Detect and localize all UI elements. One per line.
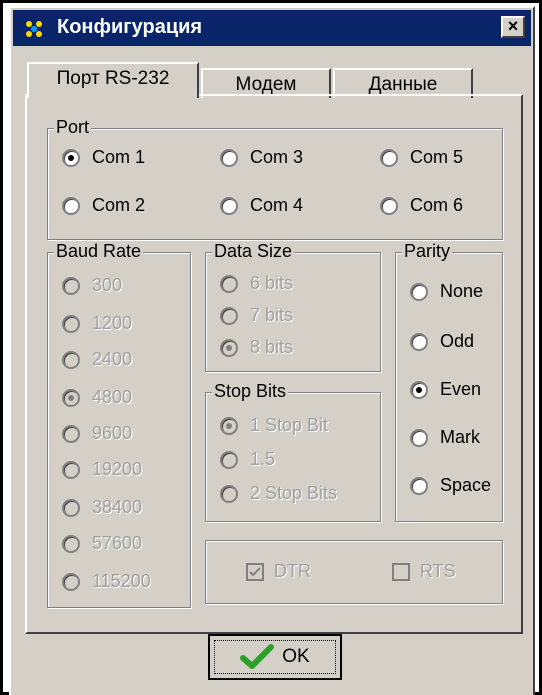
radio-label: Com 1 xyxy=(92,147,146,167)
flow-control-group: DTR RTS xyxy=(205,540,503,604)
radio-com1[interactable]: Com 1 xyxy=(62,147,145,168)
check-icon xyxy=(240,644,275,669)
close-button[interactable]: × xyxy=(501,16,525,38)
radio-circle xyxy=(220,196,238,215)
radio-com5[interactable]: Com 5 xyxy=(380,147,463,168)
radio-label: 1.5 xyxy=(250,449,276,469)
radio-baud-4800[interactable]: 4800 xyxy=(62,387,132,408)
radio-baud-57600[interactable]: 57600 xyxy=(62,533,142,554)
radio-label: Mark xyxy=(440,427,480,447)
radio-circle xyxy=(380,148,398,167)
radio-baud-2400[interactable]: 2400 xyxy=(62,349,132,370)
app-icon xyxy=(23,18,45,40)
radio-label: 2400 xyxy=(92,349,133,369)
ok-label: OK xyxy=(282,646,310,667)
radio-baud-38400[interactable]: 38400 xyxy=(62,497,142,518)
stop-bits-legend: Stop Bits xyxy=(212,381,289,402)
radio-label: 1200 xyxy=(92,313,133,333)
radio-1-5-stop-bits[interactable]: 1.5 xyxy=(220,449,275,470)
checkbox-label: RTS xyxy=(420,561,456,581)
parity-group: Parity None Odd Even Mark Space xyxy=(395,241,503,522)
radio-label: 115200 xyxy=(92,571,151,591)
tab-label: Данные xyxy=(368,74,438,95)
ok-button-inner: OK xyxy=(214,640,336,674)
radio-com6[interactable]: Com 6 xyxy=(380,195,463,216)
radio-label: Space xyxy=(440,475,492,495)
radio-baud-9600[interactable]: 9600 xyxy=(62,423,132,444)
baud-rate-legend: Baud Rate xyxy=(54,241,144,262)
parity-legend: Parity xyxy=(402,241,453,262)
stop-bits-group: Stop Bits 1 Stop Bit 1.5 2 Stop Bits xyxy=(205,381,381,522)
radio-label: Com 6 xyxy=(410,195,464,215)
radio-circle xyxy=(62,196,80,215)
tab-panel: Port Com 1 Com 2 Com 3 Com 4 Com 5 Com 6… xyxy=(25,94,523,634)
data-size-group: Data Size 6 bits 7 bits 8 bits xyxy=(205,241,381,372)
radio-com3[interactable]: Com 3 xyxy=(220,147,303,168)
window-title: Конфигурация xyxy=(57,16,203,38)
radio-1-stop-bit[interactable]: 1 Stop Bit xyxy=(220,415,328,436)
radio-parity-space[interactable]: Space xyxy=(410,475,491,496)
title-bar[interactable]: Конфигурация × xyxy=(13,10,531,46)
radio-6-bits[interactable]: 6 bits xyxy=(220,273,293,294)
port-legend: Port xyxy=(54,117,92,138)
checkbox-box xyxy=(392,562,410,581)
radio-label: Odd xyxy=(440,331,475,351)
radio-label: 6 bits xyxy=(250,273,294,293)
checkmark-icon xyxy=(249,566,261,576)
radio-7-bits[interactable]: 7 bits xyxy=(220,305,293,326)
radio-label: 19200 xyxy=(92,459,143,479)
tab-label: Порт RS-232 xyxy=(56,68,170,89)
radio-8-bits[interactable]: 8 bits xyxy=(220,337,293,358)
radio-parity-even[interactable]: Even xyxy=(410,379,481,400)
radio-baud-300[interactable]: 300 xyxy=(62,275,122,296)
radio-label: Com 4 xyxy=(250,195,304,215)
checkbox-label: DTR xyxy=(274,561,311,581)
baud-rate-group: Baud Rate 300 1200 2400 4800 9600 19200 … xyxy=(47,241,191,608)
radio-com2[interactable]: Com 2 xyxy=(62,195,145,216)
radio-baud-115200[interactable]: 115200 xyxy=(62,571,151,592)
radio-label: 57600 xyxy=(92,533,143,553)
radio-label: Even xyxy=(440,379,482,399)
radio-label: 300 xyxy=(92,275,123,295)
config-dialog: Конфигурация × Порт RS-232 Модем Данные … xyxy=(9,6,535,695)
radio-label: Com 2 xyxy=(92,195,146,215)
data-size-legend: Data Size xyxy=(212,241,295,262)
ok-button[interactable]: OK xyxy=(208,634,342,680)
rts-checkbox[interactable]: RTS xyxy=(392,561,456,582)
radio-baud-1200[interactable]: 1200 xyxy=(62,313,132,334)
radio-parity-odd[interactable]: Odd xyxy=(410,331,474,352)
radio-label: 7 bits xyxy=(250,305,294,325)
port-group: Port Com 1 Com 2 Com 3 Com 4 Com 5 Com 6 xyxy=(47,117,503,240)
radio-baud-19200[interactable]: 19200 xyxy=(62,459,142,480)
radio-parity-mark[interactable]: Mark xyxy=(410,427,480,448)
radio-label: None xyxy=(440,281,484,301)
tab-label: Модем xyxy=(235,74,297,95)
radio-circle xyxy=(220,148,238,167)
radio-label: 2 Stop Bits xyxy=(250,483,338,503)
radio-label: 9600 xyxy=(92,423,133,443)
radio-label: Com 5 xyxy=(410,147,464,167)
radio-label: 38400 xyxy=(92,497,143,517)
tab-rs232[interactable]: Порт RS-232 xyxy=(27,62,199,98)
radio-label: 1 Stop Bit xyxy=(250,415,329,435)
radio-2-stop-bits[interactable]: 2 Stop Bits xyxy=(220,483,337,504)
radio-circle xyxy=(380,196,398,215)
dtr-checkbox[interactable]: DTR xyxy=(246,561,311,582)
radio-parity-none[interactable]: None xyxy=(410,281,483,302)
close-icon: × xyxy=(507,16,519,36)
radio-com4[interactable]: Com 4 xyxy=(220,195,303,216)
radio-label: 4800 xyxy=(92,387,133,407)
radio-label: Com 3 xyxy=(250,147,304,167)
radio-label: 8 bits xyxy=(250,337,294,357)
radio-circle xyxy=(62,148,80,167)
checkbox-box xyxy=(246,562,264,581)
